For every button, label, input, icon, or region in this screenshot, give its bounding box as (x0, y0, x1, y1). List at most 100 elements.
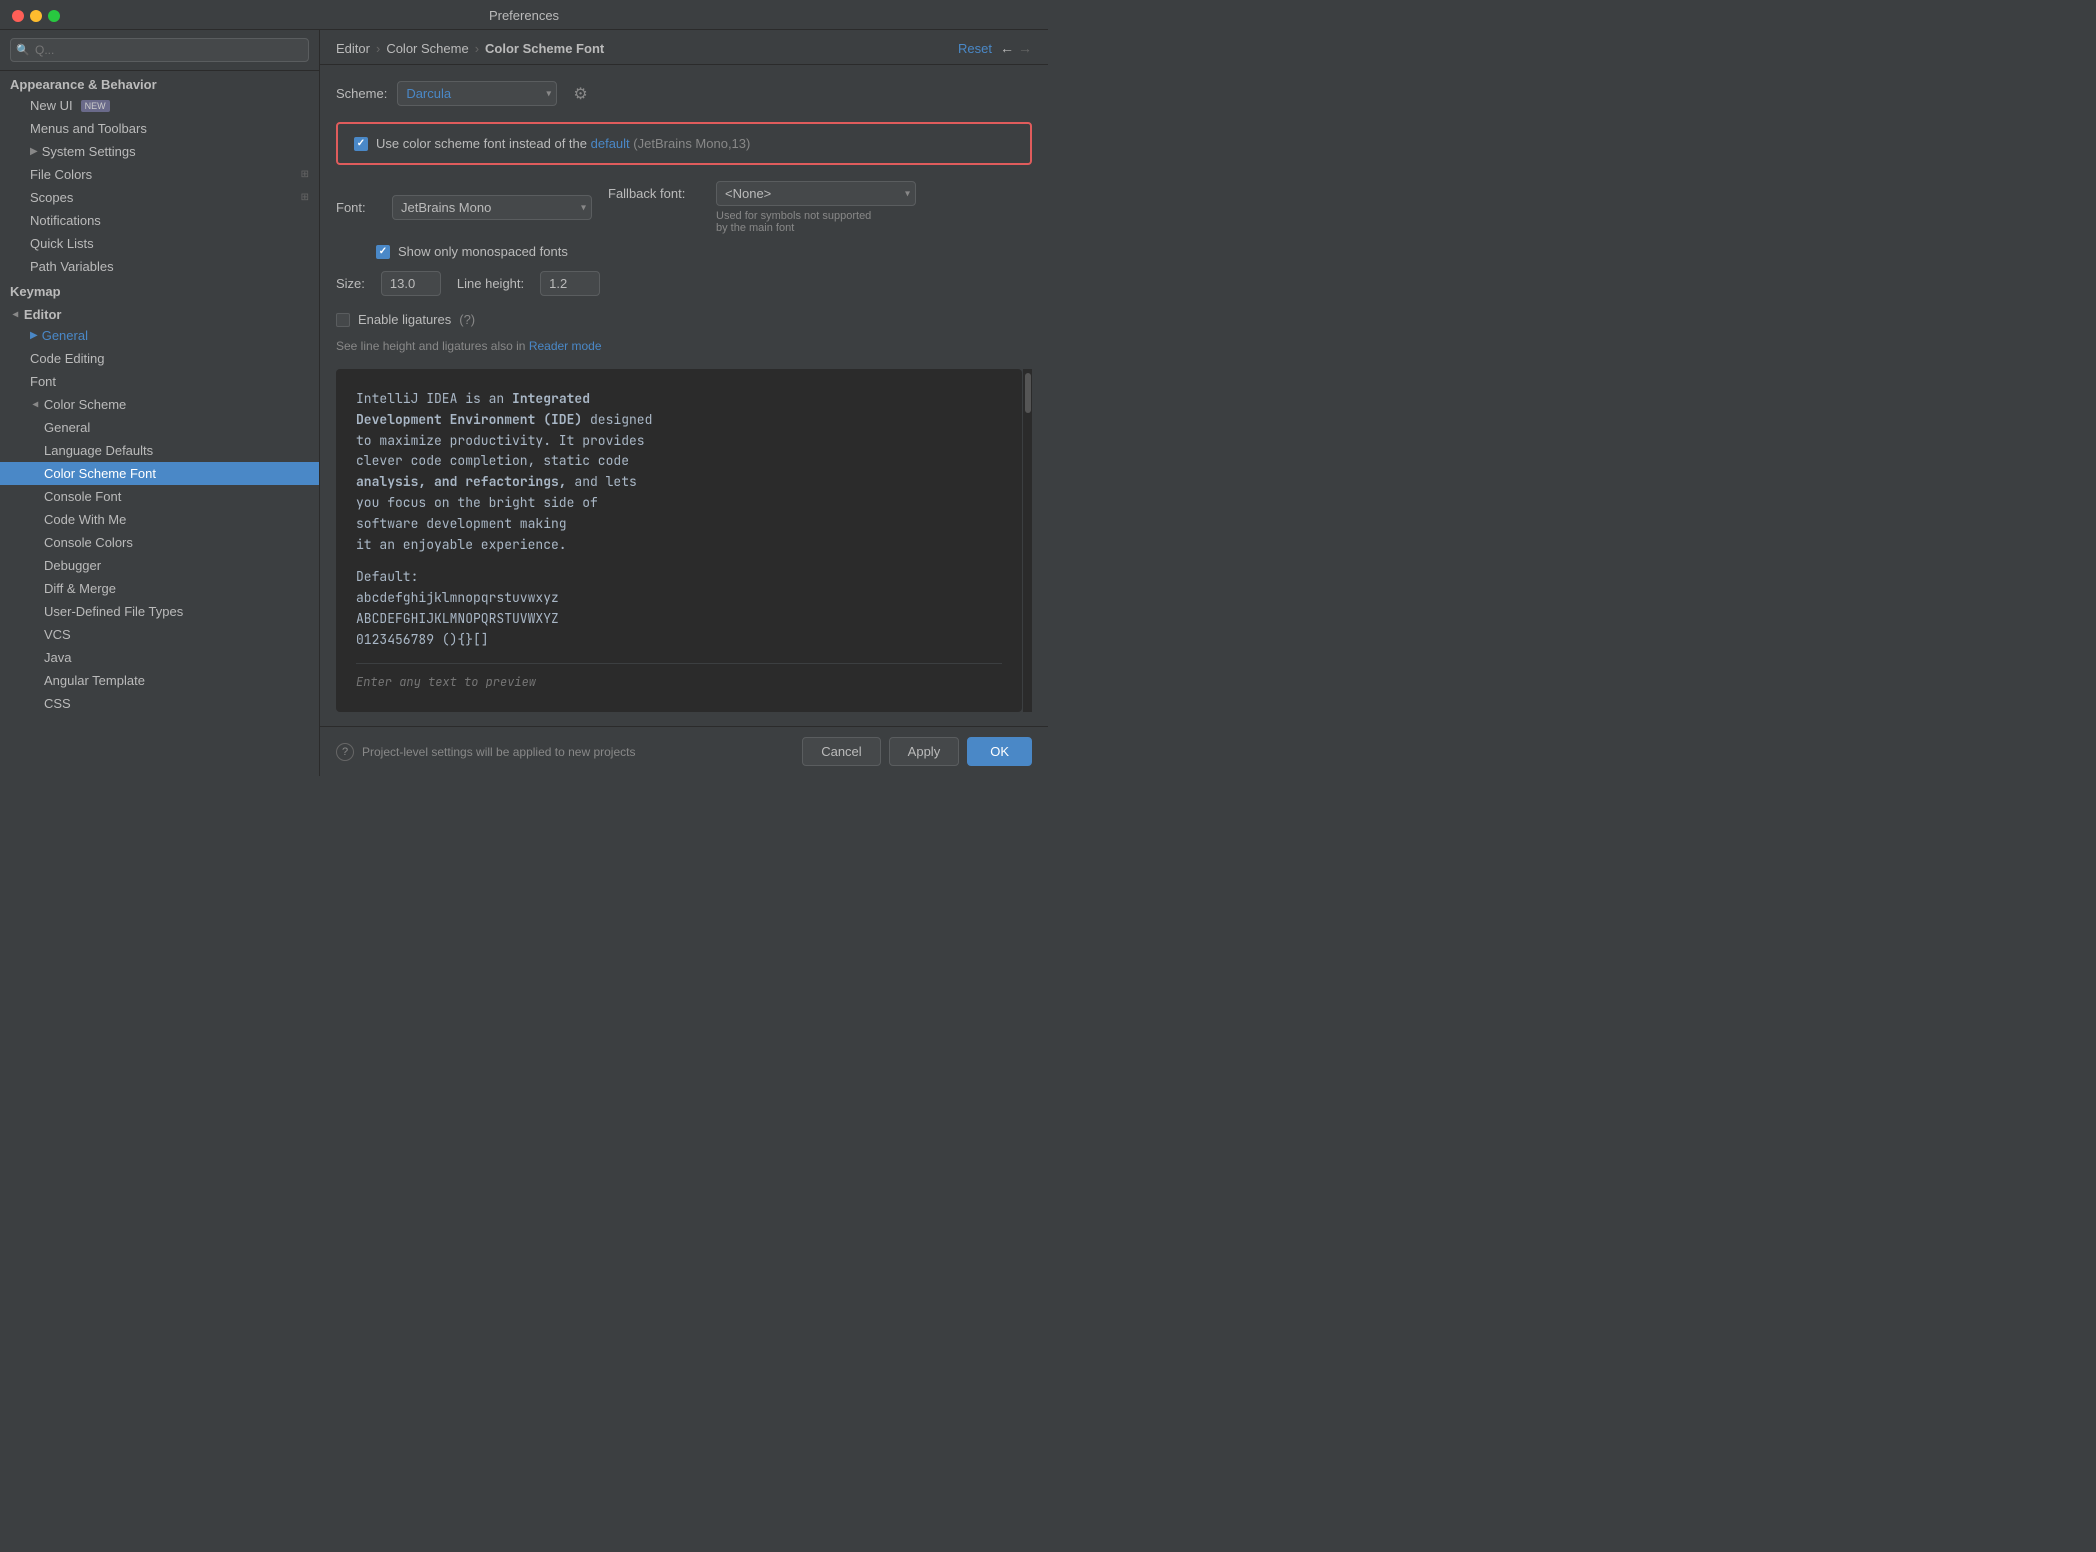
sidebar-item-console-font[interactable]: Console Font (0, 485, 319, 508)
line-height-input[interactable] (540, 271, 600, 296)
sidebar-item-code-with-me[interactable]: Code With Me (0, 508, 319, 531)
help-icon[interactable]: (?) (459, 312, 475, 327)
preview-box[interactable]: IntelliJ IDEA is an Integrated Developme… (336, 369, 1022, 712)
sidebar-item-font[interactable]: Font (0, 370, 319, 393)
window-title: Preferences (489, 8, 559, 23)
sidebar-item-java[interactable]: Java (0, 646, 319, 669)
sidebar-header-keymap: Keymap (0, 278, 319, 301)
sidebar-item-notifications[interactable]: Notifications (0, 209, 319, 232)
sidebar-item-label: General (42, 328, 88, 343)
scheme-select[interactable]: Darcula (397, 81, 557, 106)
default-value: (JetBrains Mono,13) (633, 136, 750, 151)
scrollbar-thumb (1025, 373, 1031, 413)
sidebar-item-user-defined[interactable]: User-Defined File Types (0, 600, 319, 623)
font-row: Font: JetBrains Mono ▾ Fallback font: <N… (336, 181, 1032, 234)
close-button[interactable] (12, 10, 24, 22)
breadcrumb-sep2: › (475, 41, 479, 56)
sidebar-item-scopes[interactable]: Scopes ⊞ (0, 186, 319, 209)
gear-button[interactable]: ⚙ (567, 82, 593, 106)
preview-line13: 0123456789 (){}[] (356, 630, 1002, 651)
search-bar: 🔍 (0, 30, 319, 71)
sidebar-item-label: Diff & Merge (44, 581, 116, 596)
bottom-bar: ? Project-level settings will be applied… (320, 726, 1048, 776)
preview-line10: Default: (356, 567, 1002, 588)
sidebar-item-file-colors[interactable]: File Colors ⊞ (0, 163, 319, 186)
reset-link[interactable]: Reset (958, 41, 992, 56)
sidebar-item-path-variables[interactable]: Path Variables (0, 255, 319, 278)
sidebar-item-css[interactable]: CSS (0, 692, 319, 715)
font-select[interactable]: JetBrains Mono (392, 195, 592, 220)
bottom-left: ? Project-level settings will be applied… (336, 743, 635, 761)
preview-scrollbar[interactable] (1022, 369, 1032, 712)
sidebar-item-newui[interactable]: New UI NEW (0, 94, 319, 117)
nav-arrows: ← → (1000, 40, 1032, 56)
reader-mode-text-before: See line height and ligatures also in (336, 339, 525, 353)
preview-input[interactable] (356, 674, 1002, 690)
back-arrow[interactable]: ← (1000, 40, 1014, 56)
ligatures-row: Enable ligatures (?) (336, 312, 1032, 327)
breadcrumb: Editor › Color Scheme › Color Scheme Fon… (336, 41, 604, 56)
sidebar-item-vcs[interactable]: VCS (0, 623, 319, 646)
search-input[interactable] (10, 38, 309, 62)
sidebar-item-label: New UI (30, 98, 73, 113)
sidebar-item-label: Menus and Toolbars (30, 121, 147, 136)
grid-icon: ⊞ (301, 169, 309, 180)
apply-button[interactable]: Apply (889, 737, 960, 766)
preview-line12: ABCDEFGHIJKLMNOPQRSTUVWXYZ (356, 609, 1002, 630)
sidebar-header-editor[interactable]: ▼ Editor (0, 301, 319, 324)
sidebar-item-label: Scopes (30, 190, 73, 205)
chevron-down-icon2: ▼ (29, 400, 40, 410)
sidebar-item-label: Console Font (44, 489, 121, 504)
reader-mode-link[interactable]: Reader mode (529, 339, 602, 353)
fallback-select[interactable]: <None> (716, 181, 916, 206)
sidebar-item-system-settings[interactable]: ▶ System Settings (0, 140, 319, 163)
cancel-button[interactable]: Cancel (802, 737, 880, 766)
help-button[interactable]: ? (336, 743, 354, 761)
preview-line7: software development making (356, 514, 1002, 535)
preview-line1: IntelliJ IDEA is an Integrated (356, 389, 1002, 410)
sidebar-item-label: System Settings (42, 144, 136, 159)
sidebar-item-diff-merge[interactable]: Diff & Merge (0, 577, 319, 600)
title-bar: Preferences (0, 0, 1048, 30)
sidebar-item-angular[interactable]: Angular Template (0, 669, 319, 692)
sidebar-item-label: Color Scheme Font (44, 466, 156, 481)
sidebar-item-label: Language Defaults (44, 443, 153, 458)
ligatures-checkbox[interactable] (336, 313, 350, 327)
forward-arrow[interactable]: → (1018, 40, 1032, 56)
use-color-scheme-checkbox[interactable] (354, 137, 368, 151)
content-body: Scheme: Darcula ▾ ⚙ Use color scheme fon… (320, 65, 1048, 726)
mono-label: Show only monospaced fonts (398, 244, 568, 259)
sidebar-item-language-defaults[interactable]: Language Defaults (0, 439, 319, 462)
mono-checkbox[interactable] (376, 245, 390, 259)
sidebar-item-console-colors[interactable]: Console Colors (0, 531, 319, 554)
sidebar-item-code-editing[interactable]: Code Editing (0, 347, 319, 370)
sidebar-item-label: Angular Template (44, 673, 145, 688)
fallback-label: Fallback font: (608, 186, 708, 201)
content-area: Editor › Color Scheme › Color Scheme Fon… (320, 30, 1048, 776)
sidebar-item-cs-general[interactable]: General (0, 416, 319, 439)
sidebar-item-color-scheme-font[interactable]: Color Scheme Font (0, 462, 319, 485)
breadcrumb-sep1: › (376, 41, 380, 56)
sidebar-item-label: Java (44, 650, 71, 665)
sidebar-item-color-scheme[interactable]: ▼ Color Scheme (0, 393, 319, 416)
breadcrumb-font: Color Scheme Font (485, 41, 604, 56)
sidebar-item-quick-lists[interactable]: Quick Lists (0, 232, 319, 255)
sidebar-item-label: Editor (24, 307, 62, 322)
scheme-label: Scheme: (336, 86, 387, 101)
new-badge: NEW (81, 100, 110, 112)
sidebar-item-label: CSS (44, 696, 71, 711)
size-input[interactable] (381, 271, 441, 296)
sidebar-item-general[interactable]: ▶ General (0, 324, 319, 347)
ok-button[interactable]: OK (967, 737, 1032, 766)
bottom-buttons: Cancel Apply OK (802, 737, 1032, 766)
sidebar-item-menus-toolbars[interactable]: Menus and Toolbars (0, 117, 319, 140)
chevron-down-icon: ▼ (9, 310, 20, 320)
sidebar-item-debugger[interactable]: Debugger (0, 554, 319, 577)
minimize-button[interactable] (30, 10, 42, 22)
sidebar-item-label: General (44, 420, 90, 435)
sidebar-header-appearance: Appearance & Behavior (0, 71, 319, 94)
chevron-right-icon: ▶ (30, 146, 38, 157)
maximize-button[interactable] (48, 10, 60, 22)
default-link[interactable]: default (591, 136, 630, 151)
bottom-note: Project-level settings will be applied t… (362, 745, 635, 759)
